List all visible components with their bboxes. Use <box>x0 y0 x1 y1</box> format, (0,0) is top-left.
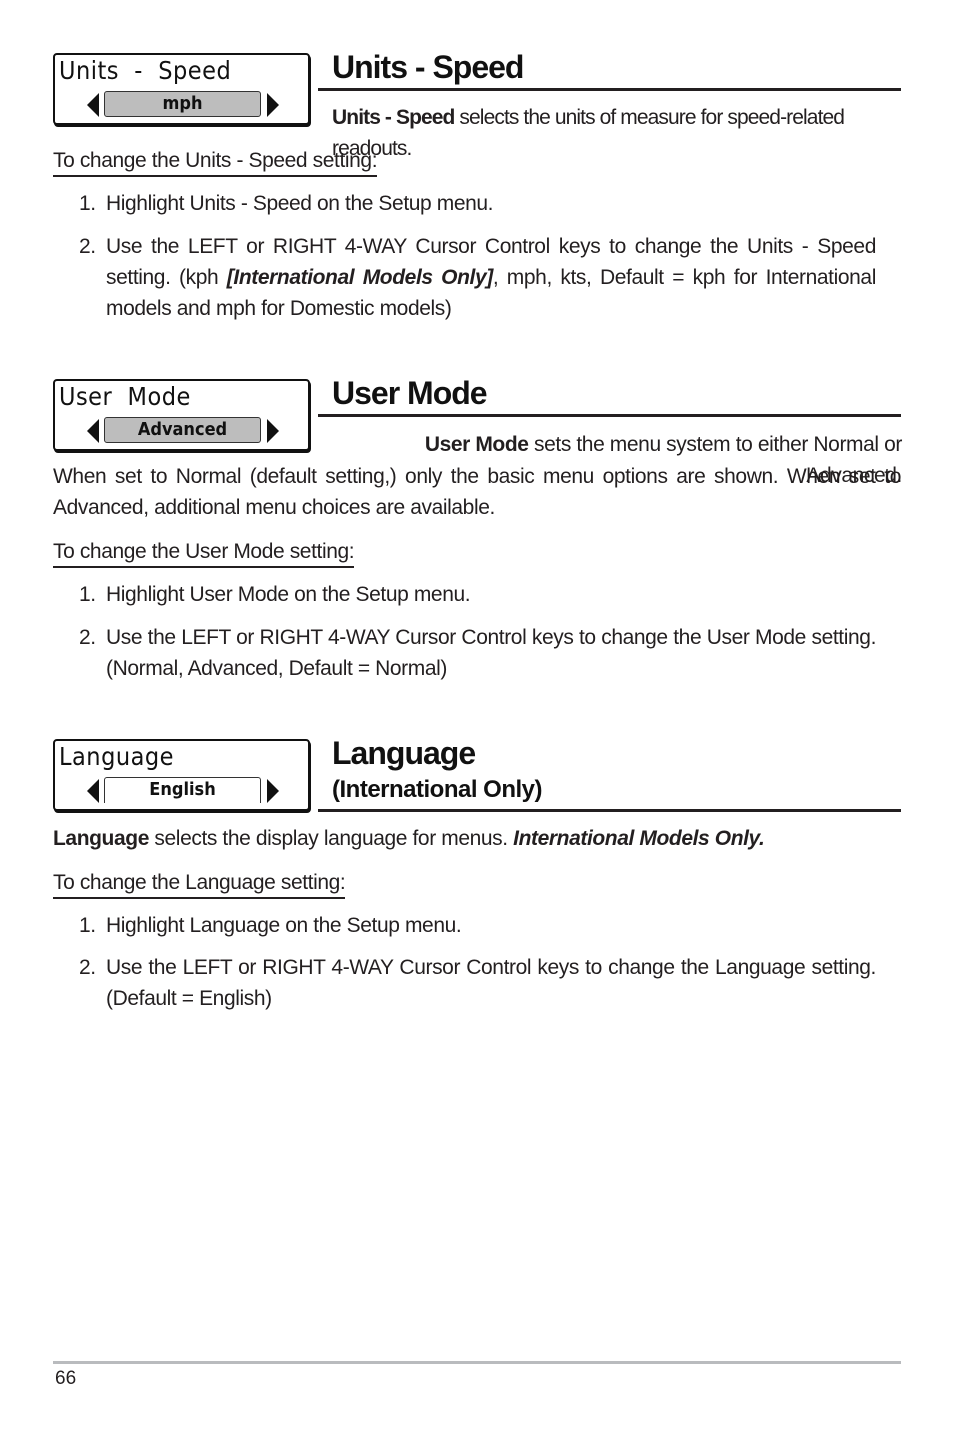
units-speed-widget: Units - Speed mph <box>53 53 310 125</box>
step-number: 2. <box>79 626 96 649</box>
user-mode-widget: User Mode Advanced <box>53 379 310 451</box>
intro-bold: Language <box>53 827 149 850</box>
intro-bold: Units - Speed <box>332 106 455 129</box>
intro-italic: International Models Only. <box>513 827 765 850</box>
step-text: Use the LEFT or RIGHT 4-WAY Cursor Contr… <box>106 626 876 680</box>
procedure-heading-user-mode: To change the User Mode setting: <box>53 538 355 568</box>
step-text: Use the LEFT or RIGHT 4-WAY Cursor Contr… <box>106 956 876 1010</box>
triangle-left-icon <box>87 419 99 443</box>
procedure-heading-units-speed: To change the Units - Speed setting: <box>53 147 378 177</box>
section-subtitle-language: (International Only) <box>332 776 543 803</box>
units-speed-intro: Units - Speed selects the units of measu… <box>332 102 902 164</box>
step-text: Highlight Units - Speed on the Setup men… <box>106 192 494 215</box>
language-widget: Language English <box>53 739 310 811</box>
widget-value: mph <box>104 91 261 117</box>
step-text: Highlight Language on the Setup menu. <box>106 914 462 937</box>
step-number: 2. <box>79 956 96 979</box>
procedure-heading-language: To change the Language setting: <box>53 869 346 899</box>
widget-label: Language <box>59 742 175 771</box>
triangle-left-icon <box>87 93 99 117</box>
triangle-right-icon <box>267 419 279 443</box>
section-title-user-mode: User Mode <box>332 375 488 411</box>
triangle-right-icon <box>267 779 279 803</box>
step-text-italic: [International Models Only] <box>226 266 493 289</box>
step-number: 2. <box>79 235 96 258</box>
widget-label: User Mode <box>59 382 191 411</box>
section-title-units-speed: Units - Speed <box>332 49 524 85</box>
triangle-left-icon <box>87 779 99 803</box>
widget-value: Advanced <box>104 417 261 443</box>
step-number: 1. <box>79 914 96 937</box>
triangle-right-icon <box>267 93 279 117</box>
user-mode-intro-continued: When set to Normal (default setting,) on… <box>53 465 901 519</box>
widget-label: Units - Speed <box>59 56 232 85</box>
step-text: Use the LEFT or RIGHT 4-WAY Cursor Contr… <box>106 231 876 324</box>
step-number: 1. <box>79 583 96 606</box>
intro-bold: User Mode <box>424 433 529 456</box>
title-rule <box>318 414 901 417</box>
page-number: 66 <box>55 1368 77 1389</box>
footer-rule <box>53 1361 901 1364</box>
title-rule <box>318 809 901 812</box>
title-rule <box>318 88 901 91</box>
widget-value: English <box>104 777 261 803</box>
step-number: 1. <box>79 192 96 215</box>
intro-rest: selects the display language for menus. <box>148 827 514 850</box>
language-intro: Language selects the display language fo… <box>53 823 901 854</box>
section-title-language: Language <box>332 735 476 771</box>
step-text: Highlight User Mode on the Setup menu. <box>106 583 471 606</box>
